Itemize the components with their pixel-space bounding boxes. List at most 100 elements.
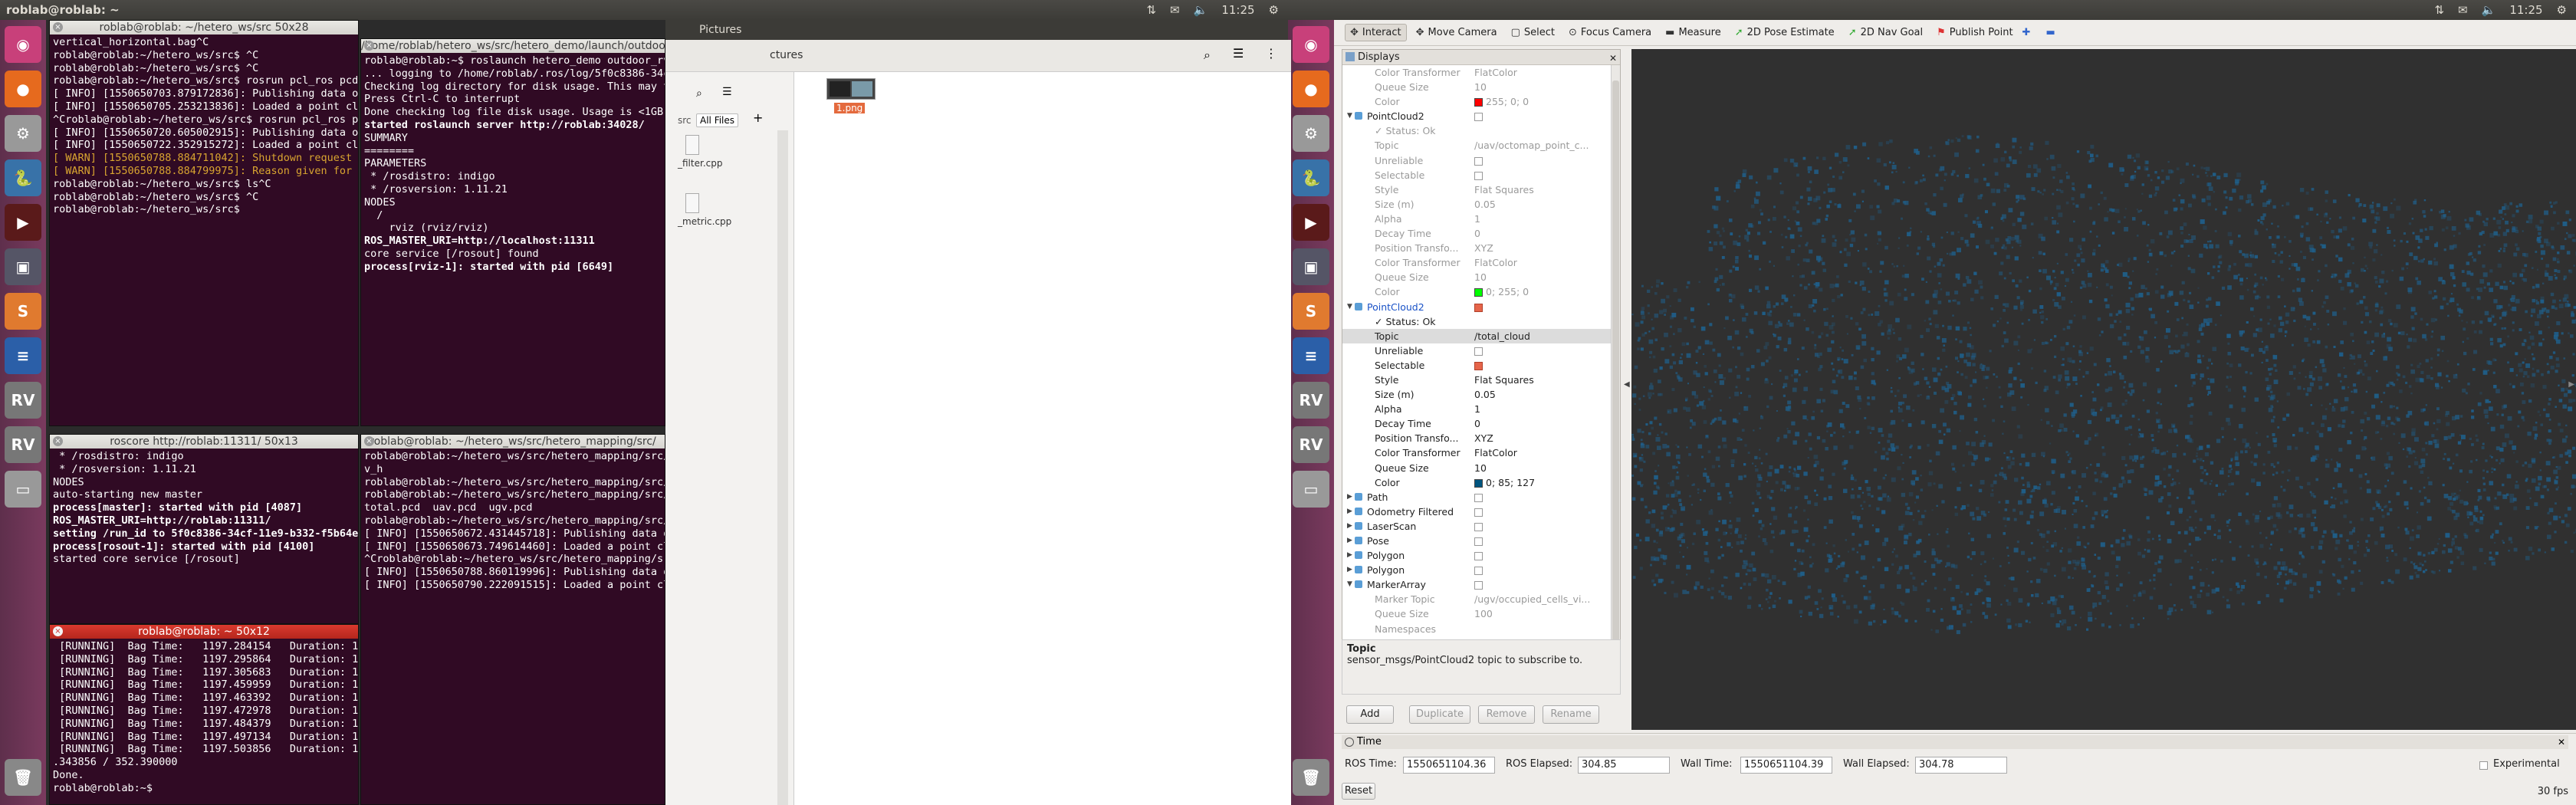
rviz-icon[interactable]: RV <box>5 426 41 463</box>
checkbox[interactable] <box>1474 347 1483 356</box>
expand-arrow-icon[interactable]: ▶ <box>1347 563 1352 577</box>
property-value[interactable]: 10 <box>1474 461 1487 475</box>
expand-arrow-icon[interactable]: ▶ <box>1347 490 1352 504</box>
checkbox[interactable] <box>1474 113 1483 122</box>
terminal-mapping[interactable]: × roblab@roblab: ~/hetero_ws/src/hetero_m… <box>360 434 665 805</box>
point-cloud[interactable] <box>1631 49 2576 730</box>
property-row[interactable]: Queue Size 10 <box>1342 80 1620 94</box>
drive-icon[interactable]: ▭ <box>5 471 41 508</box>
settings-icon[interactable]: ⚙ <box>5 115 41 152</box>
property-row[interactable]: ▼ MarkerArray <box>1342 577 1620 592</box>
tool-2d-nav-goal[interactable]: ➚ 2D Nav Goal <box>1844 25 1927 41</box>
property-row[interactable]: Color 255; 0; 0 <box>1342 94 1620 109</box>
property-row[interactable]: ▶ Path <box>1342 490 1620 504</box>
property-value[interactable]: 10 <box>1474 270 1487 284</box>
property-row[interactable]: Namespaces <box>1342 622 1620 636</box>
rviz-window[interactable]: ✥ Interact ✥ Move Camera ▢ Select ⊙ Focus Camer… <box>1334 20 2576 805</box>
checkbox[interactable] <box>1474 493 1483 502</box>
remove-tool-icon[interactable]: ▬ <box>2045 27 2055 38</box>
file-item[interactable]: _metric.cpp <box>678 193 731 228</box>
checkbox[interactable] <box>1474 552 1483 561</box>
property-row[interactable]: Marker Topic/ugv/occupied_cells_vi... <box>1342 592 1620 606</box>
property-row[interactable]: ▼ PointCloud2 <box>1342 300 1620 314</box>
expand-arrow-icon[interactable]: ▼ <box>1347 109 1352 123</box>
property-row[interactable]: Selectable <box>1342 168 1620 182</box>
property-value[interactable] <box>1474 358 1483 373</box>
terminal-icon[interactable]: ▶ <box>5 204 41 241</box>
tool-measure[interactable]: ▬ Measure <box>1661 25 1726 41</box>
checkbox[interactable] <box>1474 537 1483 546</box>
viewport-left-arrow[interactable]: ◀ <box>1624 380 1631 396</box>
property-value[interactable]: 1 <box>1474 402 1480 416</box>
property-row[interactable]: Color 0; 255; 0 <box>1342 284 1620 299</box>
terminal-src[interactable]: × roblab@roblab: ~/hetero_ws/src 50x28 ve… <box>49 20 359 426</box>
checkbox[interactable] <box>1474 522 1483 531</box>
terminal-titlebar[interactable]: × roblab@roblab: ~/hetero_ws/src/hetero_m… <box>361 435 665 449</box>
property-value[interactable]: 0.05 <box>1474 387 1496 402</box>
property-row[interactable]: ▼ PointCloud2 <box>1342 109 1620 123</box>
property-row[interactable]: ▶ Polygon <box>1342 563 1620 577</box>
duplicate-button[interactable]: Duplicate <box>1409 705 1470 724</box>
property-row[interactable]: ▶ Polygon <box>1342 548 1620 563</box>
terminal-roslaunch[interactable]: ×/home/roblab/hetero_ws/src/hetero_demo/… <box>360 38 665 426</box>
property-value[interactable]: /total_cloud <box>1474 329 1530 343</box>
property-row[interactable]: ✓ Status: Ok <box>1342 314 1620 329</box>
settings-icon[interactable]: ⚙ <box>1293 115 1329 152</box>
property-row[interactable]: ▶ Odometry Filtered <box>1342 504 1620 519</box>
property-value[interactable]: /uav/octomap_point_c... <box>1474 138 1589 153</box>
property-value[interactable]: 0; 255; 0 <box>1474 284 1529 299</box>
property-row[interactable]: ✓ Status: Ok <box>1342 123 1620 138</box>
close-icon[interactable]: × <box>364 436 374 446</box>
expand-arrow-icon[interactable]: ▼ <box>1347 300 1352 314</box>
property-row[interactable]: Unreliable <box>1342 153 1620 168</box>
property-value[interactable] <box>1474 490 1483 504</box>
expand-arrow-icon[interactable]: ▶ <box>1347 504 1352 519</box>
property-value[interactable] <box>1474 168 1483 182</box>
rename-button[interactable]: Rename <box>1543 705 1599 724</box>
expand-arrow-icon[interactable]: ▼ <box>1347 577 1352 592</box>
property-value[interactable]: FlatColor <box>1474 445 1517 460</box>
property-row[interactable]: Color Transformer FlatColor <box>1342 255 1620 270</box>
color-swatch[interactable] <box>1474 288 1483 297</box>
close-icon[interactable]: × <box>364 41 374 51</box>
search-icon[interactable]: ⌕ <box>1204 48 1211 63</box>
checkbox[interactable] <box>1474 171 1483 180</box>
property-value[interactable]: XYZ <box>1474 431 1493 445</box>
file-manager-titlebar[interactable]: Pictures <box>665 20 1288 40</box>
close-icon[interactable]: × <box>53 436 63 446</box>
property-row[interactable]: Queue Size 100 <box>1342 606 1620 621</box>
property-row[interactable]: Color Transformer FlatColor <box>1342 445 1620 460</box>
property-row[interactable]: Decay Time 0 <box>1342 416 1620 431</box>
list-view-icon[interactable]: ☰ <box>1233 46 1244 61</box>
property-value[interactable] <box>1474 577 1483 592</box>
terminal-rosbag[interactable]: × roblab@roblab: ~ 50x12 [RUNNING] Bag Ti… <box>49 624 359 805</box>
property-value[interactable] <box>1474 109 1483 123</box>
rviz-icon[interactable]: RV <box>5 382 41 419</box>
checkbox[interactable] <box>1474 567 1483 576</box>
close-icon[interactable]: × <box>53 22 63 32</box>
power-icon[interactable]: ⚙ <box>1269 0 1279 20</box>
property-row[interactable]: Decay Time 0 <box>1342 226 1620 241</box>
property-row[interactable]: Color 0; 85; 127 <box>1342 475 1620 490</box>
trash-icon[interactable]: 🗑 <box>5 759 41 796</box>
expand-arrow-icon[interactable]: ▶ <box>1347 519 1352 534</box>
checkbox[interactable] <box>1474 508 1483 517</box>
firefox-icon[interactable]: ● <box>1293 71 1329 107</box>
checkbox[interactable] <box>1474 303 1483 312</box>
file-manager[interactable]: ctures ⌕ ☰ ⋮ ⌕ ☰ src All Files + _filter… <box>665 40 1291 805</box>
3d-viewport[interactable]: ▶ <box>1631 49 2576 730</box>
menu-icon[interactable]: ⋮ <box>1265 46 1277 61</box>
property-value[interactable] <box>1474 300 1483 314</box>
terminal-icon[interactable]: ▶ <box>1293 204 1329 241</box>
property-row[interactable]: ▶ Pose <box>1342 534 1620 548</box>
drive-icon[interactable]: ▭ <box>1293 471 1329 508</box>
property-value[interactable]: 255; 0; 0 <box>1474 94 1529 109</box>
property-value[interactable]: 0; 85; 127 <box>1474 475 1535 490</box>
scrollbar[interactable] <box>777 130 788 805</box>
property-row[interactable]: Alpha 1 <box>1342 402 1620 416</box>
add-button[interactable]: Add <box>1346 705 1394 724</box>
terminal-output[interactable]: [RUNNING] Bag Time: 1197.284154 Duration… <box>50 639 358 797</box>
property-value[interactable] <box>1474 504 1483 519</box>
expand-arrow-icon[interactable]: ▶ <box>1347 548 1352 563</box>
property-row[interactable]: Style Flat Squares <box>1342 373 1620 387</box>
